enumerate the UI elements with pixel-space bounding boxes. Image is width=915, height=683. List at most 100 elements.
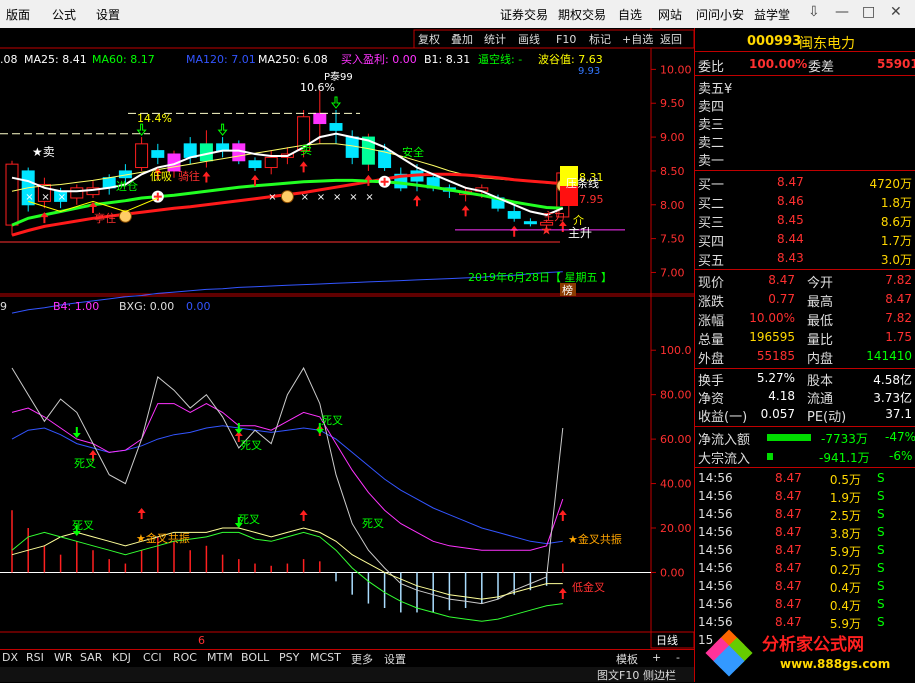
fund-value: 4.18 bbox=[768, 389, 795, 403]
ma-legend-8: 波谷值: 7.63 bbox=[538, 53, 603, 66]
menu-settings[interactable]: 设置 bbox=[96, 6, 120, 23]
toolbar-1[interactable]: 叠加 bbox=[451, 33, 473, 46]
tick-price: 8.47 bbox=[775, 597, 802, 611]
menu-watchlist[interactable]: 自选 bbox=[618, 6, 642, 23]
toolbar-4[interactable]: F10 bbox=[556, 33, 576, 46]
tab-rsi[interactable]: RSI bbox=[26, 651, 44, 664]
tab-mcst[interactable]: MCST bbox=[310, 651, 341, 664]
tick-price: 8.47 bbox=[775, 543, 802, 557]
toolbar-0[interactable]: 复权 bbox=[418, 32, 440, 46]
flow-net-pct: -47% bbox=[885, 430, 915, 444]
fund-value: 0.057 bbox=[760, 407, 795, 421]
cross-marker-icon: × bbox=[349, 192, 357, 203]
f10-button[interactable]: 图文F10 bbox=[597, 667, 639, 683]
label-jincang: 进仓 bbox=[116, 179, 138, 193]
menu-ask-xiaoan[interactable]: 问问小安 bbox=[696, 6, 744, 23]
ma-legend-0: .08 bbox=[0, 53, 18, 66]
candle-body-11 bbox=[183, 143, 197, 158]
flow-block-pct: -6% bbox=[889, 449, 913, 463]
tab-more[interactable]: 更多 bbox=[351, 651, 373, 667]
tick-volume: 0.4万 bbox=[829, 581, 861, 595]
toolbar-5[interactable]: 标记 bbox=[589, 32, 611, 46]
tab-mtm[interactable]: MTM bbox=[207, 651, 233, 664]
flow-net-label: 净流入额 bbox=[698, 433, 751, 448]
buy-level-price-4: 8.44 bbox=[777, 232, 804, 246]
maximize-icon[interactable]: □ bbox=[862, 4, 875, 20]
close-icon[interactable]: ✕ bbox=[890, 4, 902, 20]
fund-label: PE(动) bbox=[807, 410, 847, 425]
template-button[interactable]: 模板 bbox=[616, 651, 638, 667]
tab-sar[interactable]: SAR bbox=[80, 651, 102, 664]
tab-cci[interactable]: CCI bbox=[143, 651, 162, 664]
tick-price: 8.47 bbox=[775, 489, 802, 503]
flow-block-bar bbox=[767, 453, 773, 460]
tab-kdj[interactable]: KDJ bbox=[112, 651, 131, 664]
chart-toolbar: 复权 叠加 统计 画线 F10 标记 +自选 返回 bbox=[413, 29, 694, 49]
weibi-value: 100.00% bbox=[749, 57, 808, 71]
tick-side: S bbox=[877, 561, 885, 575]
tab-settings[interactable]: 设置 bbox=[384, 651, 406, 667]
buy-level-vol-2: 1.8万 bbox=[880, 196, 912, 210]
tick-side: S bbox=[877, 525, 885, 539]
kline-chart-area[interactable]: 复权 叠加 统计 画线 F10 标记 +自选 返回 .08 MA25: 8.41 MA60: 8.… bbox=[0, 28, 694, 668]
menu-yixuetang[interactable]: 益学堂 bbox=[754, 6, 790, 23]
candle-body-31 bbox=[507, 211, 521, 219]
period-selector[interactable]: 日线 bbox=[650, 631, 694, 649]
tab-dx[interactable]: DX bbox=[2, 651, 18, 664]
price-label-6: 7.00 bbox=[660, 266, 685, 279]
stat-label: 最高 bbox=[807, 295, 834, 310]
label-jincha-resonance-2: ★金叉共振 bbox=[568, 532, 622, 546]
tab-boll[interactable]: BOLL bbox=[241, 651, 269, 664]
zoom-in-button[interactable]: + bbox=[652, 651, 661, 664]
label-dikou: 低吸 bbox=[150, 170, 172, 183]
flow-net-value: -7733万 bbox=[821, 432, 868, 446]
sidebar-button[interactable]: 侧边栏 bbox=[643, 667, 676, 683]
sub-legend-0: 9 bbox=[0, 300, 7, 313]
sub-legend-2: BXG: 0.00 bbox=[119, 300, 174, 313]
label-anwen: 安全 bbox=[402, 145, 424, 159]
label-zhuli: 主力 bbox=[543, 210, 565, 223]
candle-body-4 bbox=[70, 187, 84, 199]
label-sell2: 卖 bbox=[300, 143, 312, 157]
stat-label: 今开 bbox=[807, 276, 834, 291]
buy-level-label-2: 买二 bbox=[698, 197, 725, 212]
star-icon: ★ bbox=[541, 223, 553, 238]
tick-time: 14:56 bbox=[698, 579, 733, 593]
stat-value: 141410 bbox=[866, 349, 912, 363]
menu-formula[interactable]: 公式 bbox=[52, 6, 76, 23]
tick-time: 14:56 bbox=[698, 561, 733, 575]
buy-level-price-1: 8.47 bbox=[777, 175, 804, 189]
zoom-out-button[interactable]: - bbox=[676, 651, 680, 664]
toolbar-2[interactable]: 统计 bbox=[484, 33, 506, 46]
stat-value: 196595 bbox=[749, 330, 795, 344]
indicator-tabs: DX RSI WR SAR KDJ CCI ROC MTM BOLL PSY M… bbox=[0, 649, 694, 667]
minimize-icon[interactable]: — bbox=[835, 4, 849, 20]
tick-volume: 3.8万 bbox=[829, 527, 861, 541]
tab-wr[interactable]: WR bbox=[54, 651, 73, 664]
tab-psy[interactable]: PSY bbox=[279, 651, 299, 664]
flow-net-bar bbox=[767, 434, 811, 441]
fund-label: 净资 bbox=[698, 392, 725, 407]
stat-value: 7.82 bbox=[885, 311, 912, 325]
label-bang[interactable]: 榜 bbox=[562, 283, 573, 297]
tick-side: S bbox=[877, 579, 885, 593]
menu-website[interactable]: 网站 bbox=[658, 6, 682, 23]
buy-level-label-3: 买三 bbox=[698, 216, 725, 231]
menu-layout[interactable]: 版面 bbox=[6, 6, 30, 23]
toolbar-6[interactable]: +自选 bbox=[622, 33, 653, 46]
candle-body-15 bbox=[248, 160, 262, 169]
stock-code: 000993 bbox=[747, 34, 802, 49]
candle-body-16 bbox=[264, 156, 278, 169]
menu-options-trade[interactable]: 期权交易 bbox=[558, 6, 606, 23]
stat-label: 最低 bbox=[807, 314, 834, 329]
cross-marker-icon: × bbox=[58, 192, 66, 203]
toolbar-3[interactable]: 画线 bbox=[518, 32, 540, 46]
weibi-label: 委比 bbox=[698, 60, 725, 75]
price-label-5: 7.50 bbox=[660, 233, 685, 246]
pin-icon[interactable]: ⇩ bbox=[808, 4, 820, 20]
menu-securities-trade[interactable]: 证券交易 bbox=[500, 6, 548, 23]
tab-roc[interactable]: ROC bbox=[173, 651, 197, 664]
toolbar-7[interactable]: 返回 bbox=[660, 33, 682, 46]
sub-legend-1: B4: 1.00 bbox=[53, 300, 99, 313]
period-label[interactable]: 日线 bbox=[656, 633, 678, 647]
